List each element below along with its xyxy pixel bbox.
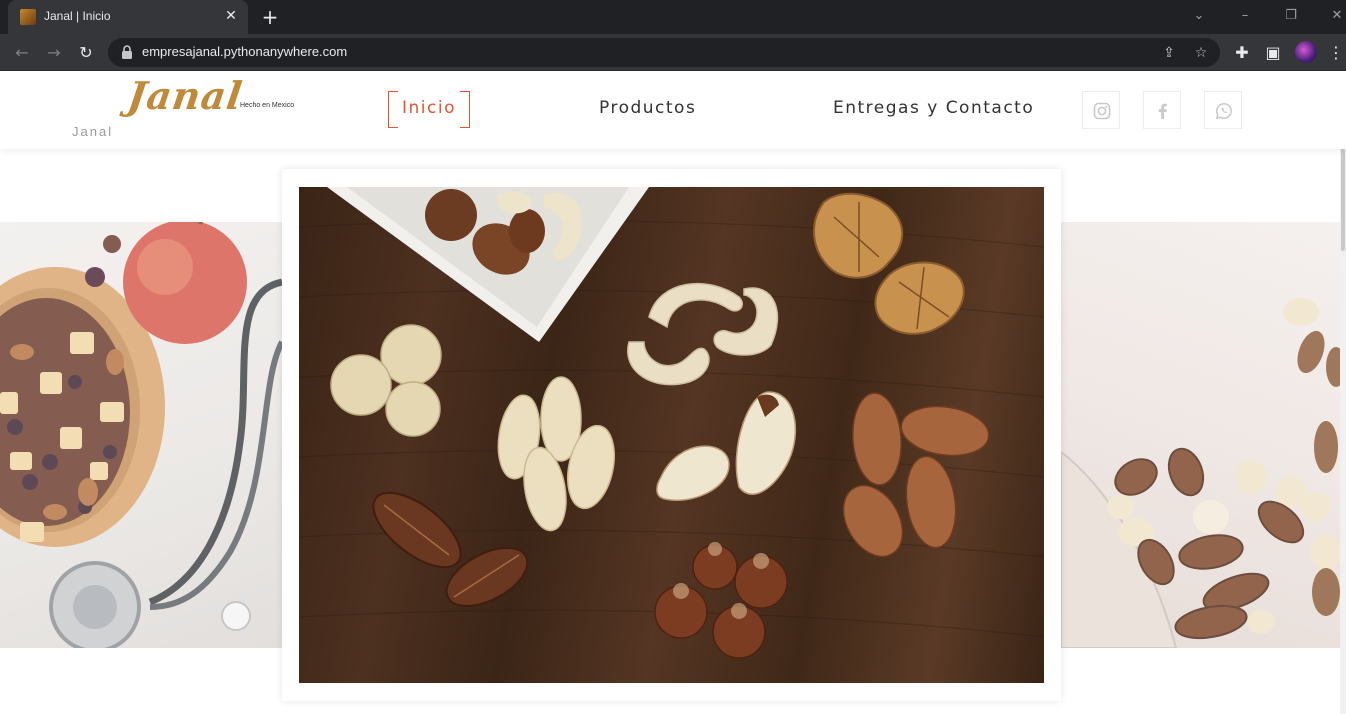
- hero-nuts-photo: [299, 187, 1044, 683]
- logo-tagline: Hecho en Mexico: [240, 102, 295, 109]
- hero-side-image-right: [1061, 222, 1346, 648]
- tab-search-icon[interactable]: ⌄: [1189, 6, 1209, 26]
- forward-icon[interactable]: →: [43, 42, 65, 64]
- hero-side-image-left: [0, 222, 282, 648]
- reload-icon[interactable]: ↻: [75, 42, 97, 64]
- instagram-button[interactable]: [1082, 91, 1120, 129]
- profile-avatar[interactable]: [1295, 41, 1317, 63]
- facebook-button[interactable]: [1143, 91, 1181, 129]
- tab-title: Janal | Inicio: [44, 9, 111, 23]
- browser-toolbar: ← → ↻ empresajanal.pythonanywhere.com ⇪ …: [0, 34, 1346, 71]
- nav-label-inicio: Inicio: [402, 98, 456, 118]
- new-tab-button[interactable]: +: [258, 5, 282, 29]
- site-header: Janal Hecho en Mexico Janal Inicio Produ…: [0, 71, 1346, 149]
- lock-icon: [122, 45, 132, 59]
- nav-link-inicio[interactable]: Inicio: [388, 91, 470, 128]
- side-panel-icon[interactable]: ▣: [1262, 42, 1284, 64]
- browser-tab[interactable]: Janal | Inicio ✕: [8, 0, 248, 34]
- restore-icon[interactable]: ❐: [1281, 6, 1301, 26]
- minimize-icon[interactable]: –: [1235, 6, 1255, 26]
- instagram-icon: [1093, 102, 1111, 120]
- whatsapp-icon: [1215, 103, 1232, 120]
- logo-script: Janal: [124, 73, 246, 118]
- facebook-icon: [1158, 103, 1167, 119]
- mixed-nuts-illustration: [299, 187, 1044, 659]
- browser-tabstrip: Janal | Inicio ✕ + ⌄ – ❐ ✕: [0, 0, 1346, 34]
- hero-slide[interactable]: [282, 169, 1061, 701]
- whatsapp-button[interactable]: [1204, 91, 1242, 129]
- close-tab-icon[interactable]: ✕: [222, 7, 240, 25]
- url-text: empresajanal.pythonanywhere.com: [142, 44, 348, 59]
- address-bar[interactable]: empresajanal.pythonanywhere.com ⇪ ☆: [108, 38, 1220, 67]
- logo-text: Janal: [72, 124, 114, 139]
- extensions-icon[interactable]: ✚: [1231, 42, 1253, 64]
- nav-link-contacto[interactable]: Entregas y Contacto: [833, 98, 1034, 118]
- nav-link-productos[interactable]: Productos: [599, 98, 696, 118]
- close-window-icon[interactable]: ✕: [1327, 6, 1346, 26]
- share-icon[interactable]: ⇪: [1158, 42, 1180, 64]
- site-favicon-icon: [20, 9, 36, 25]
- page-scrollbar[interactable]: [1340, 71, 1346, 714]
- back-icon[interactable]: ←: [11, 42, 33, 64]
- bookmark-star-icon[interactable]: ☆: [1190, 42, 1212, 64]
- menu-icon[interactable]: ⋮: [1328, 42, 1344, 64]
